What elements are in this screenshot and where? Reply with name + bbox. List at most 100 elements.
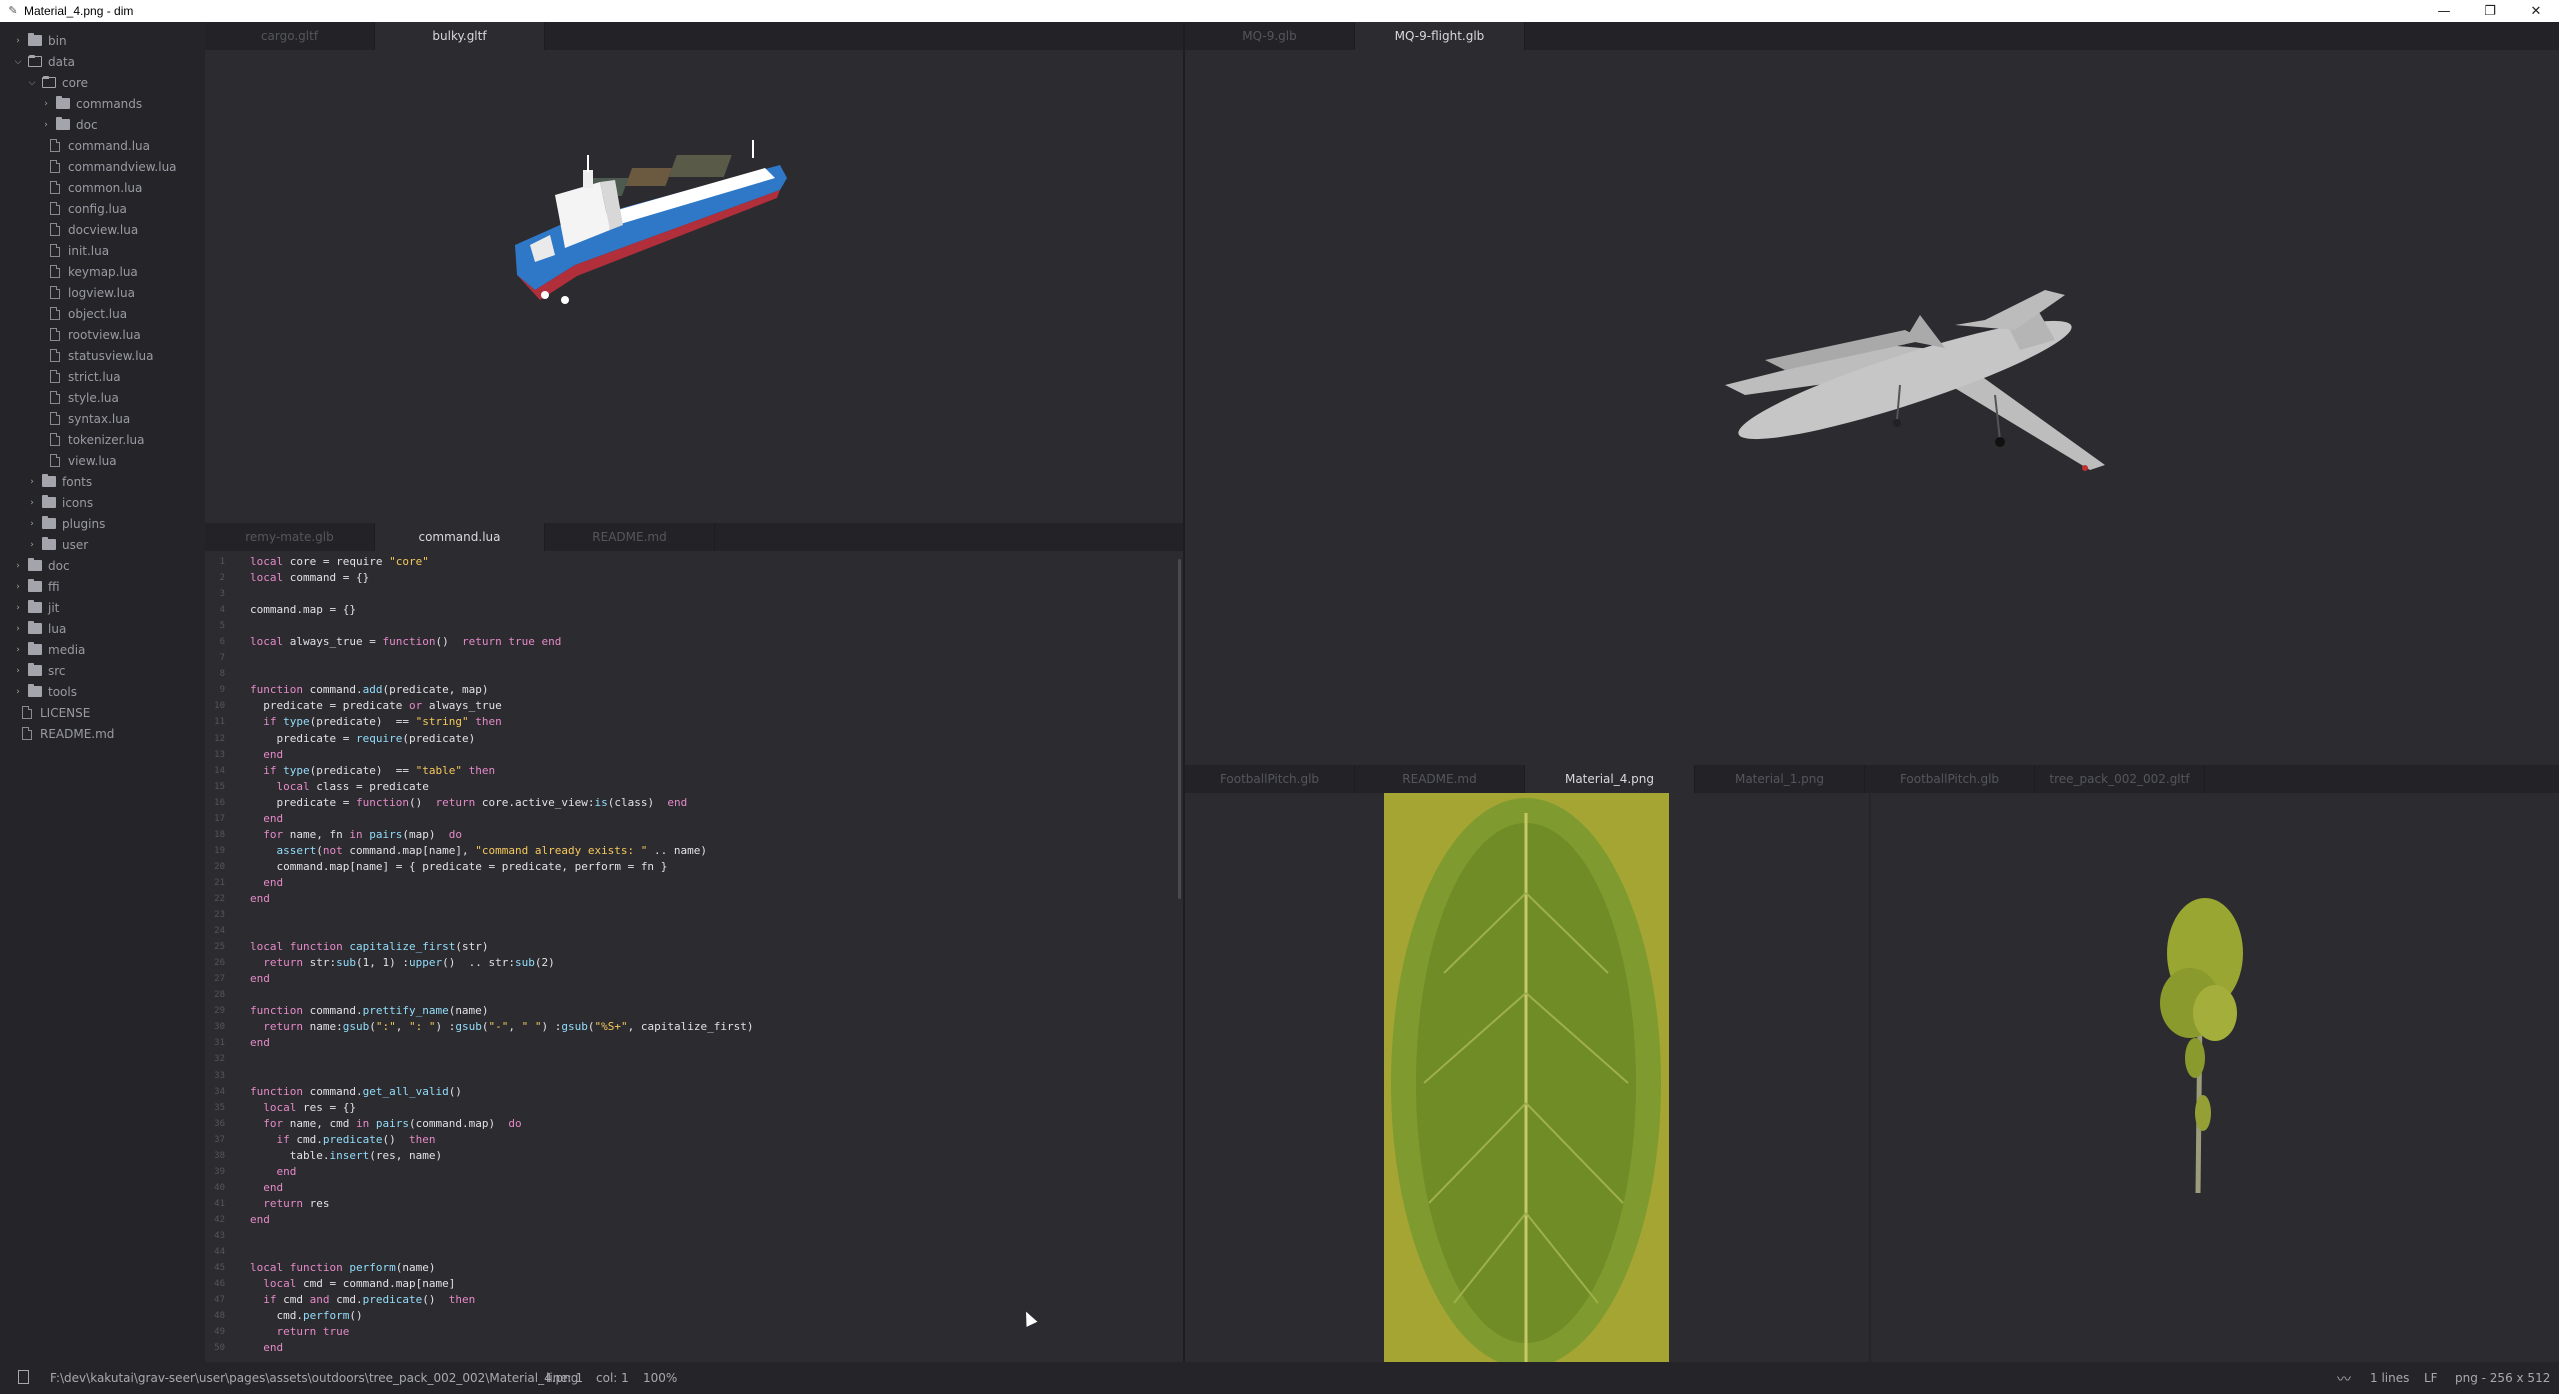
tab[interactable]: README.md (545, 523, 715, 551)
tab[interactable]: cargo.gltf (205, 22, 375, 50)
tree-item[interactable]: LICENSE (16, 702, 90, 723)
chevron-right-icon[interactable]: › (12, 603, 24, 613)
tree-item[interactable]: style.lua (44, 387, 119, 408)
tab[interactable]: MQ-9-flight.glb (1355, 22, 1525, 50)
chevron-right-icon[interactable]: › (40, 99, 52, 109)
tree-item[interactable]: › fonts (26, 471, 92, 492)
chevron-right-icon[interactable]: › (12, 666, 24, 676)
line-number: 28 (214, 990, 225, 1001)
tree-item[interactable]: › plugins (26, 513, 105, 534)
chevron-right-icon[interactable]: › (12, 645, 24, 655)
tree-item[interactable]: rootview.lua (44, 324, 141, 345)
chevron-right-icon[interactable]: › (26, 519, 38, 529)
status-zoom: 100% (643, 1371, 678, 1385)
tree-item[interactable]: object.lua (44, 303, 127, 324)
drone-model-image (1725, 290, 2105, 471)
chevron-right-icon[interactable]: › (12, 582, 24, 592)
tree-item[interactable]: statusview.lua (44, 345, 154, 366)
tree-item[interactable]: › user (26, 534, 88, 555)
status-line: line: 1 (546, 1371, 584, 1385)
close-button[interactable]: ✕ (2513, 0, 2559, 22)
tree-item[interactable]: command.lua (44, 135, 150, 156)
chevron-down-icon[interactable]: ⌵ (12, 57, 24, 67)
code-line: 33 (205, 1069, 1183, 1085)
code-text: return res (263, 1196, 330, 1210)
scrollbar[interactable] (1178, 559, 1181, 899)
code-text: command.map[name] = { predicate = predic… (276, 859, 668, 873)
tree-item[interactable]: README.md (16, 723, 114, 744)
tree-item[interactable]: keymap.lua (44, 261, 138, 282)
tree-item[interactable]: strict.lua (44, 366, 121, 387)
tree-item[interactable]: common.lua (44, 177, 142, 198)
tree-item[interactable]: › ffi (12, 576, 60, 597)
line-number: 14 (214, 765, 225, 776)
status-line-count: 1 lines (2370, 1371, 2410, 1385)
tree-item[interactable]: › icons (26, 492, 93, 513)
maximize-button[interactable]: ❐ (2467, 0, 2513, 22)
tab[interactable]: command.lua (375, 523, 545, 551)
code-text: return name:gsub(":", ": ") :gsub("-", "… (263, 1020, 754, 1034)
tree-item[interactable]: › lua (12, 618, 66, 639)
code-line: 2 local command = {} (205, 571, 1183, 587)
tree-item[interactable]: logview.lua (44, 282, 135, 303)
chevron-right-icon[interactable]: › (26, 540, 38, 550)
tree-item[interactable]: › media (12, 639, 85, 660)
code-text: local core = require "core" (250, 555, 429, 568)
chevron-down-icon[interactable]: ⌵ (26, 78, 38, 88)
tree-item[interactable]: › doc (40, 114, 98, 135)
tree-item[interactable]: syntax.lua (44, 408, 130, 429)
tree-item[interactable]: config.lua (44, 198, 127, 219)
code-editor[interactable]: 1 local core = require "core" 2 local comma… (205, 551, 1183, 1362)
tab[interactable]: bulky.gltf (375, 22, 545, 50)
line-number: 36 (214, 1118, 225, 1129)
tree-item[interactable]: › bin (12, 30, 67, 51)
tab[interactable]: FootballPitch.glb (1865, 765, 2035, 793)
line-number: 12 (214, 733, 225, 744)
minimize-button[interactable]: — (2421, 0, 2467, 22)
line-number: 33 (214, 1070, 225, 1081)
code-line: 25 local function capitalize_first(str) (205, 940, 1183, 956)
tab[interactable]: Material_4.png (1525, 765, 1695, 793)
tree-item[interactable]: commandview.lua (44, 156, 177, 177)
chevron-right-icon[interactable]: › (12, 687, 24, 697)
code-text: if type(predicate) == "string" then (263, 715, 502, 729)
chevron-right-icon[interactable]: › (12, 561, 24, 571)
folder-icon (42, 537, 56, 550)
chevron-right-icon[interactable]: › (26, 477, 38, 487)
chevron-right-icon[interactable]: › (12, 624, 24, 634)
tab[interactable]: remy-mate.glb (205, 523, 375, 551)
tab[interactable]: tree_pack_002_002.gltf (2035, 765, 2205, 793)
tree-model-image (2160, 898, 2243, 1194)
tab[interactable]: MQ-9.glb (1185, 22, 1355, 50)
tree-item[interactable]: view.lua (44, 450, 117, 471)
tree-item[interactable]: ⌵ data (12, 51, 75, 72)
tree-item-label: keymap.lua (68, 264, 138, 279)
tree-item[interactable]: init.lua (44, 240, 109, 261)
tree-item-label: commandview.lua (68, 159, 177, 174)
tree-item[interactable]: › doc (12, 555, 70, 576)
tree-item[interactable]: › tools (12, 681, 77, 702)
tree-item-label: fonts (62, 474, 93, 489)
tree-item[interactable]: tokenizer.lua (44, 429, 145, 450)
chevron-right-icon[interactable]: › (12, 36, 24, 46)
tree-item[interactable]: › jit (12, 597, 59, 618)
tab[interactable]: Material_1.png (1695, 765, 1865, 793)
tree-item[interactable]: docview.lua (44, 219, 138, 240)
line-number: 10 (214, 701, 225, 712)
tab[interactable]: README.md (1355, 765, 1525, 793)
tree-item-label: tokenizer.lua (68, 432, 145, 447)
code-line: 26 return str:sub(1, 1) :upper() .. str:… (205, 956, 1183, 972)
line-number: 24 (214, 926, 225, 937)
code-text: function command.prettify_name(name) (250, 1004, 489, 1018)
tree-item[interactable]: › commands (40, 93, 142, 114)
chevron-right-icon[interactable]: › (26, 498, 38, 508)
line-number: 29 (214, 1006, 225, 1017)
tab[interactable]: FootballPitch.glb (1185, 765, 1355, 793)
tree-item[interactable]: ⌵ core (26, 72, 88, 93)
line-number: 1 (219, 557, 225, 567)
file-icon (50, 307, 60, 320)
code-text: local always_true = function() return tr… (250, 635, 562, 649)
code-line: 49 return true (205, 1325, 1183, 1341)
chevron-right-icon[interactable]: › (40, 120, 52, 130)
tree-item[interactable]: › src (12, 660, 66, 681)
